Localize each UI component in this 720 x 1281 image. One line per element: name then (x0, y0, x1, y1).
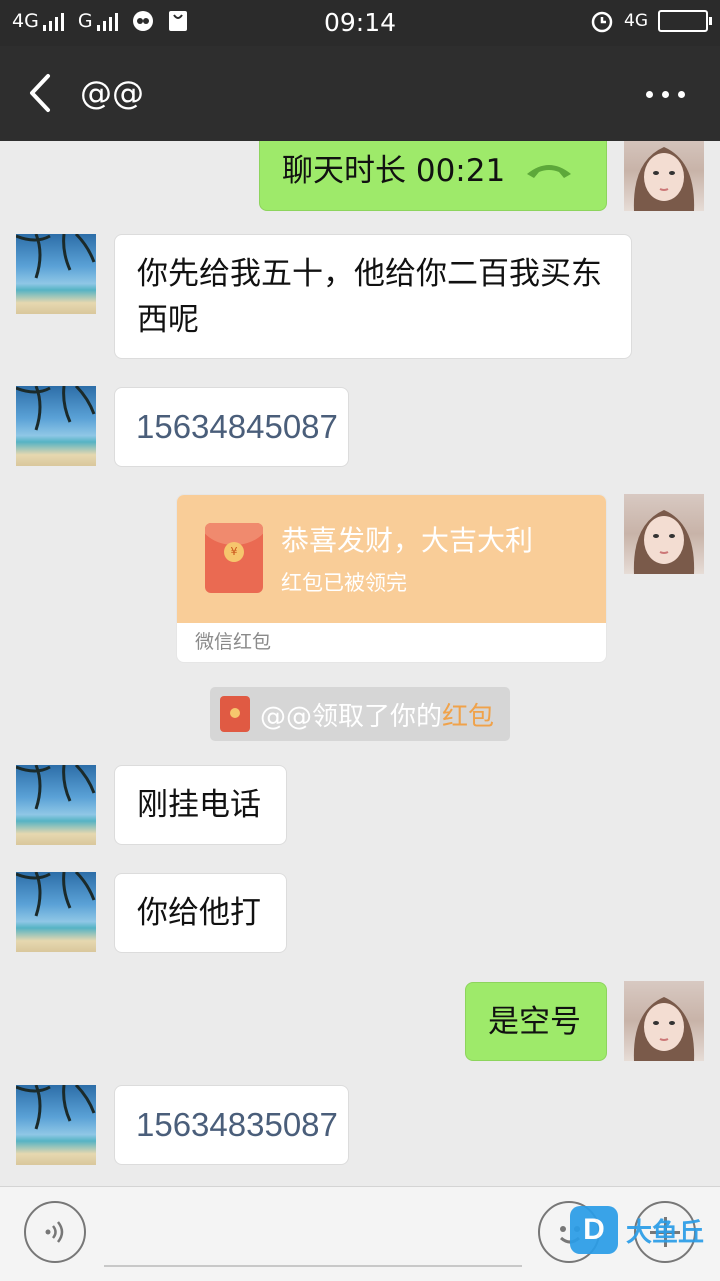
back-button[interactable] (18, 68, 62, 118)
avatar-girl-image (633, 997, 695, 1061)
message-text: 你先给我五十，他给你二百我买东西呢 (137, 256, 602, 338)
message-text: 刚挂电话 (137, 787, 261, 823)
message-input[interactable] (104, 1205, 522, 1267)
watermark-text: 大鱼丘 (626, 1217, 705, 1248)
avatar[interactable] (624, 494, 704, 574)
avatar[interactable] (624, 141, 704, 211)
title-bar: @@ (0, 46, 720, 141)
chat-title: @@ (80, 74, 144, 112)
phone-number-link[interactable]: 15634835087 (136, 1106, 338, 1143)
more-button[interactable] (640, 82, 690, 106)
watermark-logo: D (570, 1206, 618, 1254)
avatar[interactable] (16, 1085, 96, 1165)
message-bubble[interactable]: 15634835087 (114, 1085, 349, 1165)
system-message-text: @@领取了你的 (260, 701, 443, 732)
system-message-link[interactable]: 红包 (442, 696, 494, 733)
message-bubble[interactable]: 15634845087 (114, 387, 349, 467)
watermark: D 大鱼丘 (570, 1206, 704, 1254)
avatar-beach-image (16, 234, 96, 279)
message-bubble[interactable]: 是空号 (465, 982, 607, 1061)
message-text: 你给他打 (137, 895, 261, 931)
more-dots-icon (645, 90, 653, 98)
avatar[interactable] (16, 872, 96, 952)
red-packet-card[interactable]: ¥ 恭喜发财，大吉大利 红包已被领完 微信红包 (176, 494, 607, 663)
chevron-left-icon (30, 74, 50, 112)
network-label: 4G (624, 11, 648, 31)
red-packet-title: 恭喜发财，大吉大利 (281, 524, 534, 557)
avatar[interactable] (624, 981, 704, 1061)
voice-button[interactable] (24, 1201, 86, 1263)
status-bar: 4G G 09:14 4G (0, 0, 720, 46)
message-text: 是空号 (488, 1004, 581, 1040)
message-bubble[interactable]: 你先给我五十，他给你二百我买东西呢 (114, 234, 632, 359)
chat-area[interactable]: 聊天时长 00:21 你先给我五十，他给你二百我买东西呢 15634845087… (0, 141, 720, 1186)
red-packet-coin: ¥ (224, 542, 244, 562)
avatar[interactable] (16, 386, 96, 466)
avatar-girl-image (633, 147, 695, 211)
avatar[interactable] (16, 234, 96, 314)
system-message: @@领取了你的 红包 (210, 687, 510, 741)
battery-icon (658, 10, 712, 32)
voice-icon (45, 1221, 64, 1243)
alarm-icon (591, 11, 613, 33)
call-record-bubble[interactable]: 聊天时长 00:21 (259, 141, 607, 211)
phone-number-link[interactable]: 15634845087 (136, 408, 338, 445)
red-packet-small-icon (220, 696, 250, 732)
message-bubble[interactable]: 刚挂电话 (114, 765, 287, 845)
status-right: 4G (590, 9, 712, 33)
message-bubble[interactable]: 你给他打 (114, 873, 287, 953)
call-duration-text: 聊天时长 00:21 (282, 153, 506, 189)
avatar-beach-image (16, 872, 96, 917)
avatar-beach-image (16, 386, 96, 431)
red-packet-status: 红包已被领完 (281, 571, 407, 595)
avatar-girl-image (633, 510, 695, 574)
avatar-beach-image (16, 765, 96, 810)
avatar-beach-image (16, 1085, 96, 1130)
red-packet-footer: 微信红包 (195, 631, 272, 653)
phone-icon (527, 165, 571, 178)
red-packet-icon: ¥ (205, 523, 263, 593)
avatar[interactable] (16, 765, 96, 845)
